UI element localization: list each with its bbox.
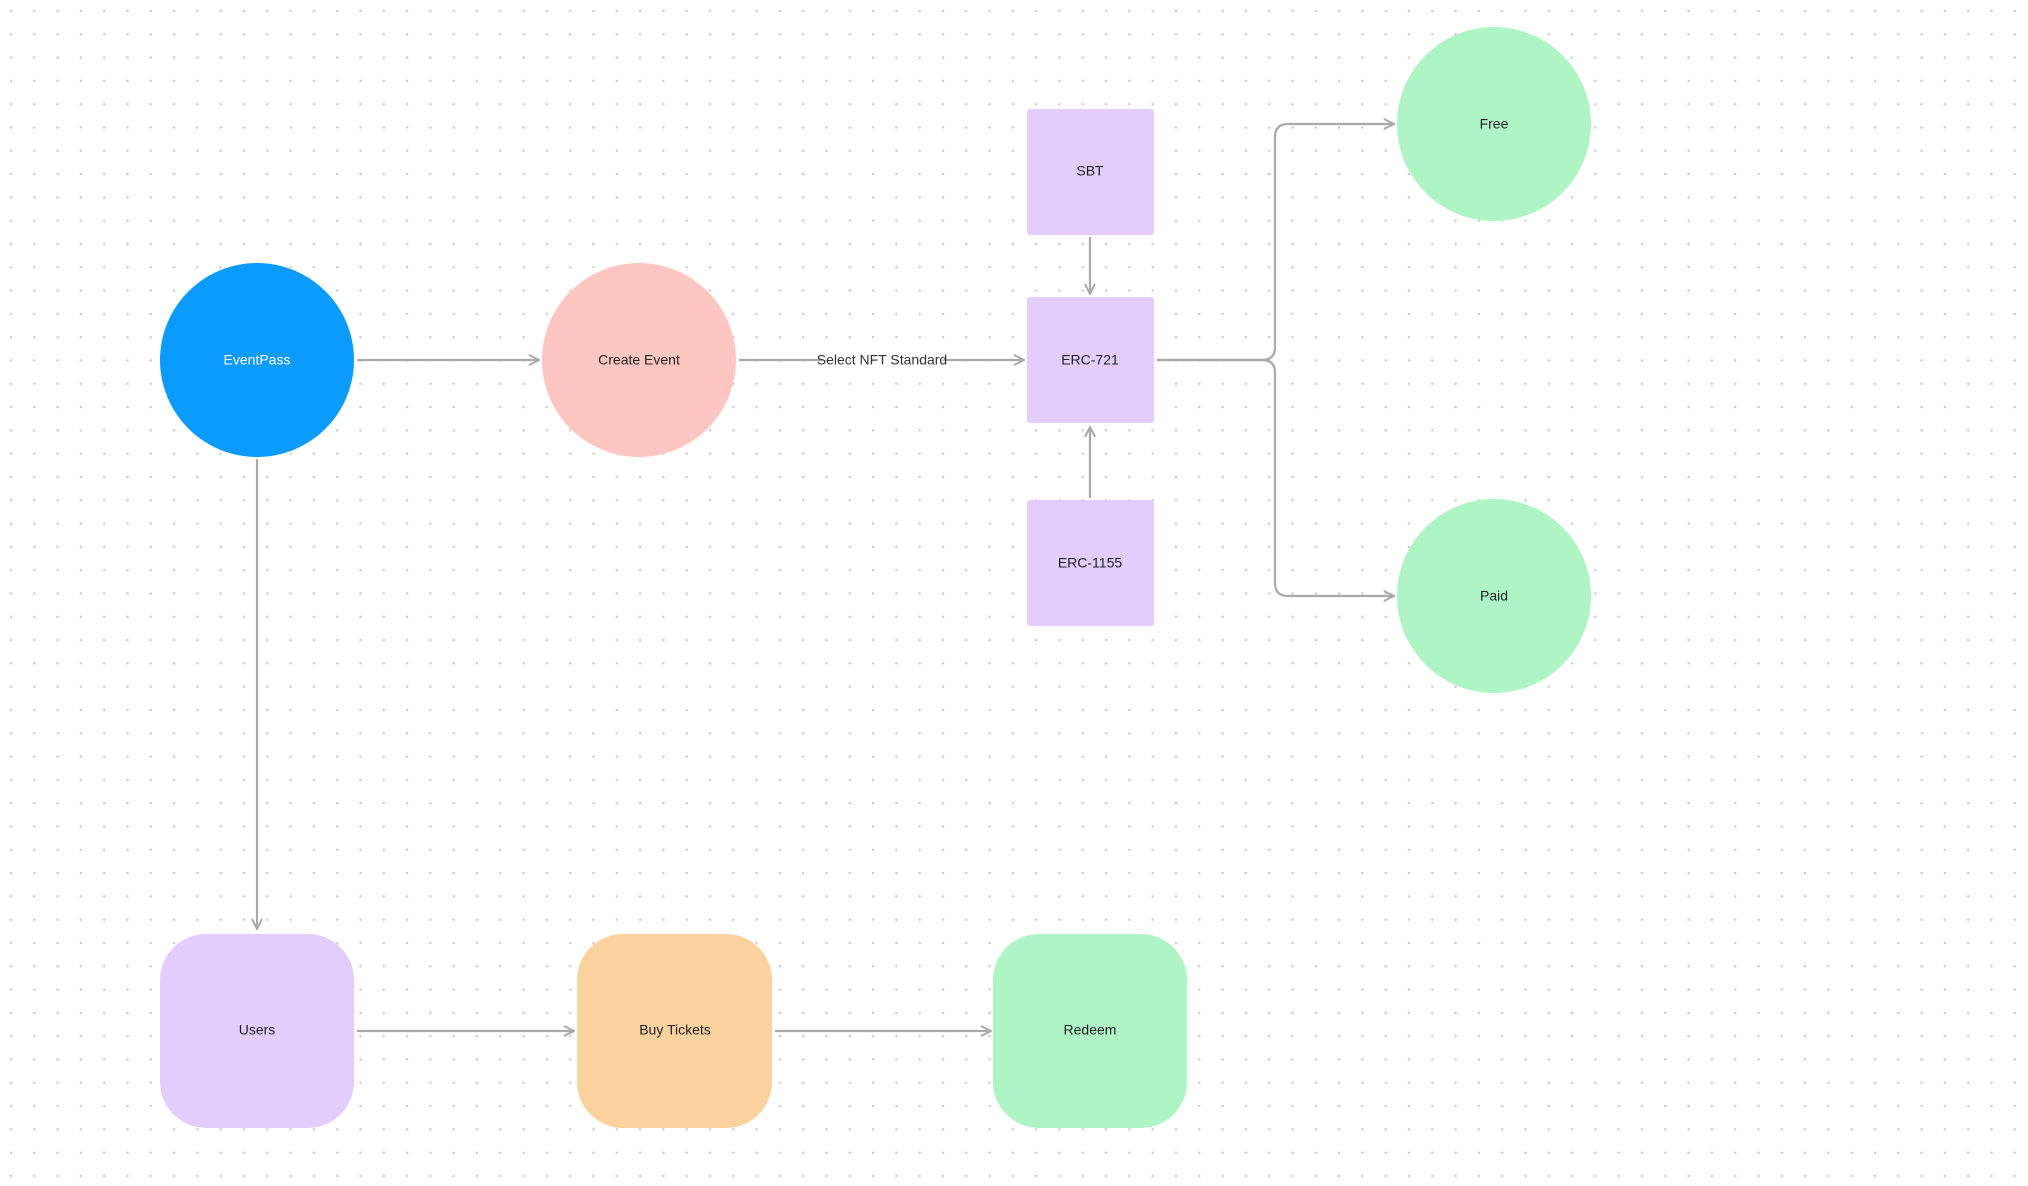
node-eventpass-label: EventPass — [224, 352, 291, 368]
node-redeem-label: Redeem — [1064, 1022, 1117, 1038]
node-erc1155[interactable]: ERC-1155 — [1027, 500, 1154, 626]
node-eventpass[interactable]: EventPass — [160, 263, 354, 457]
node-create-event-label: Create Event — [598, 352, 680, 368]
node-buy-tickets-label: Buy Tickets — [639, 1022, 711, 1038]
node-paid-label: Paid — [1480, 588, 1508, 604]
node-erc1155-label: ERC-1155 — [1058, 555, 1123, 571]
node-free-label: Free — [1480, 116, 1509, 132]
edge-label-select-nft-standard: Select NFT Standard — [817, 352, 947, 368]
node-users[interactable]: Users — [160, 934, 354, 1128]
node-redeem[interactable]: Redeem — [993, 934, 1187, 1128]
node-create-event[interactable]: Create Event — [542, 263, 736, 457]
node-sbt[interactable]: SBT — [1027, 109, 1154, 235]
node-buy-tickets[interactable]: Buy Tickets — [577, 934, 772, 1128]
node-free[interactable]: Free — [1397, 27, 1591, 221]
node-paid[interactable]: Paid — [1397, 499, 1591, 693]
node-erc721[interactable]: ERC-721 — [1027, 297, 1154, 423]
diagram-canvas[interactable]: Select NFT Standard EventPass Create Eve… — [0, 0, 2028, 1186]
node-sbt-label: SBT — [1076, 163, 1104, 179]
node-erc721-label: ERC-721 — [1061, 352, 1119, 368]
node-users-label: Users — [239, 1022, 276, 1038]
